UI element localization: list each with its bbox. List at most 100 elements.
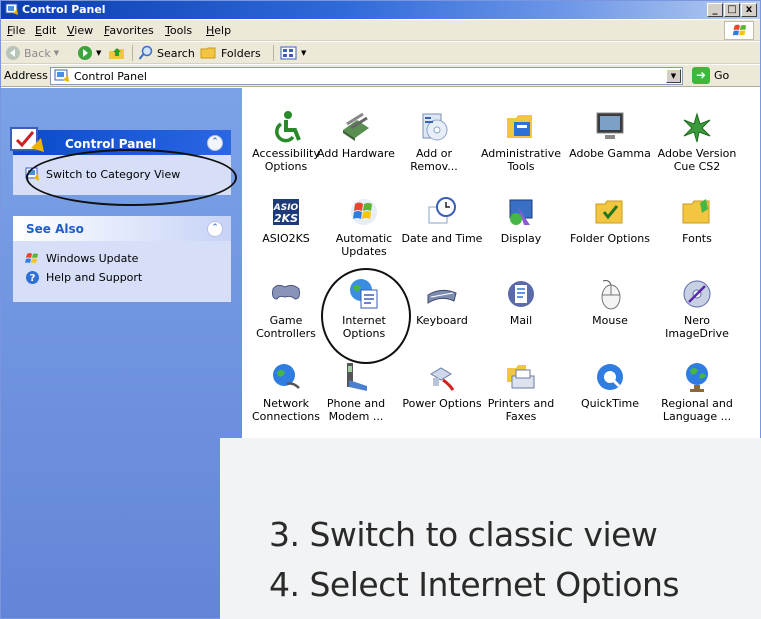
asio2ks-item[interactable]: ASIO 2KS ASIO2KS (243, 195, 329, 245)
address-field[interactable]: Control Panel ▼ (50, 67, 683, 85)
close-button[interactable]: x (741, 3, 757, 17)
menu-file[interactable]: File (7, 24, 25, 37)
up-folder-button[interactable] (108, 45, 126, 61)
menu-view[interactable]: View (67, 24, 93, 37)
administrative-tools-item[interactable]: Administrative Tools (478, 110, 564, 173)
phone-modem-icon (347, 363, 367, 391)
back-arrow-icon (6, 46, 20, 60)
control-panel-icon (54, 69, 69, 82)
forward-button[interactable]: ▼ (77, 45, 101, 61)
folder-options-item[interactable]: Folder Options (567, 195, 653, 245)
quicktime-icon (597, 364, 623, 390)
adobe-gamma-icon (596, 112, 624, 139)
control-panel-icon (5, 3, 18, 15)
control-panel-large-icon (10, 127, 44, 152)
help-icon: ? (26, 271, 39, 284)
toolbar-separator (132, 45, 133, 61)
switch-category-view-highlight-ring (26, 149, 237, 206)
svg-text:?: ? (30, 273, 36, 284)
item-label: Adobe Version Cue CS2 (657, 147, 737, 173)
title-bar[interactable]: Control Panel _ □ x (1, 1, 760, 19)
menu-help[interactable]: Help (206, 24, 231, 37)
mouse-item[interactable]: Mouse (567, 277, 653, 327)
add-hardware-item[interactable]: Add Hardware (313, 110, 399, 160)
window-title: Control Panel (22, 3, 106, 16)
help-and-support-label: Help and Support (46, 271, 143, 284)
search-label: Search (157, 46, 195, 60)
forward-dropdown-icon[interactable]: ▼ (96, 49, 101, 57)
quicktime-item[interactable]: QuickTime (567, 360, 653, 410)
game-controllers-icon (272, 284, 300, 300)
item-label: Adobe Gamma (569, 147, 651, 160)
display-icon (509, 199, 533, 225)
adobe-version-cue-item[interactable]: Adobe Version Cue CS2 (654, 110, 740, 173)
windows-update-label: Windows Update (46, 252, 139, 265)
adobe-version-cue-icon (683, 112, 711, 143)
nero-imagedrive-icon (683, 280, 711, 308)
toolbar: Back ▼ ▼ Search Folders ▼ (1, 42, 760, 64)
power-options-item[interactable]: Power Options (399, 360, 485, 410)
item-label: Display (500, 232, 542, 245)
item-label: Nero ImageDrive (665, 314, 729, 340)
back-dropdown-icon[interactable]: ▼ (54, 49, 59, 57)
item-label: QuickTime (580, 397, 640, 410)
fonts-item[interactable]: Fonts (654, 195, 740, 245)
menu-bar: File Edit View Favorites Tools Help (1, 20, 760, 41)
instruction-step-3: 3. Switch to classic view (269, 515, 658, 554)
add-remove-programs-item[interactable]: Add or Remov... (391, 110, 477, 173)
regional-language-icon (686, 363, 708, 392)
item-label: Automatic Updates (335, 232, 393, 258)
menu-favorites[interactable]: Favorites (104, 24, 154, 37)
menu-tools[interactable]: Tools (165, 24, 192, 37)
printers-and-faxes-item[interactable]: Printers and Faxes (478, 360, 564, 423)
minimize-button[interactable]: _ (707, 3, 723, 17)
item-label: Folder Options (570, 232, 650, 245)
item-label: Fonts (682, 232, 712, 245)
address-label: Address (4, 69, 48, 82)
item-label: Date and Time (401, 232, 483, 245)
mail-item[interactable]: Mail (478, 277, 564, 327)
search-icon (138, 45, 153, 60)
item-label: Add Hardware (317, 147, 395, 160)
item-label: Printers and Faxes (487, 397, 555, 423)
menu-edit[interactable]: Edit (35, 24, 56, 37)
help-and-support-link[interactable]: ? Help and Support (25, 268, 221, 287)
automatic-updates-item[interactable]: Automatic Updates (321, 195, 407, 258)
maximize-button[interactable]: □ (724, 3, 740, 17)
windows-logo-icon (724, 21, 754, 40)
phone-and-modem-item[interactable]: Phone and Modem ... (313, 360, 399, 423)
keyboard-icon (427, 289, 457, 304)
regional-and-language-item[interactable]: Regional and Language ... (654, 360, 740, 423)
display-item[interactable]: Display (478, 195, 564, 245)
folders-button[interactable]: Folders (200, 45, 261, 61)
go-button[interactable]: ➜ Go (692, 67, 729, 84)
add-remove-programs-icon (422, 113, 448, 141)
search-button[interactable]: Search (138, 45, 195, 61)
printers-faxes-icon (507, 365, 535, 389)
forward-arrow-icon (78, 46, 92, 60)
date-and-time-item[interactable]: Date and Time (399, 195, 485, 245)
views-dropdown-icon[interactable]: ▼ (301, 49, 306, 57)
item-label: Phone and Modem ... (326, 397, 386, 423)
up-folder-icon (109, 48, 124, 59)
folders-icon (200, 47, 216, 59)
views-button[interactable]: ▼ (280, 45, 306, 61)
see-also-task-box: See Also ⌃ Windows Update ? Help and Sup… (13, 216, 231, 302)
collapse-chevron-icon[interactable]: ⌃ (207, 135, 223, 151)
keyboard-item[interactable]: Keyboard (399, 277, 485, 327)
control-panel-window: Control Panel _ □ x File Edit View Favor… (0, 0, 761, 619)
windows-update-link[interactable]: Windows Update (25, 249, 221, 268)
nero-imagedrive-item[interactable]: Nero ImageDrive (654, 277, 740, 340)
adobe-gamma-item[interactable]: Adobe Gamma (567, 110, 653, 160)
item-label: Keyboard (416, 314, 468, 327)
back-button[interactable]: Back ▼ (5, 45, 59, 61)
item-label: Regional and Language ... (661, 397, 733, 423)
address-dropdown-button[interactable]: ▼ (666, 69, 681, 83)
collapse-chevron-icon[interactable]: ⌃ (207, 221, 223, 237)
item-label: ASIO2KS (262, 232, 310, 245)
see-also-box-header[interactable]: See Also ⌃ (13, 216, 231, 241)
folder-options-icon (595, 200, 623, 224)
item-label: Mouse (592, 314, 628, 327)
game-controllers-item[interactable]: Game Controllers (243, 277, 329, 340)
date-time-icon (428, 197, 456, 224)
